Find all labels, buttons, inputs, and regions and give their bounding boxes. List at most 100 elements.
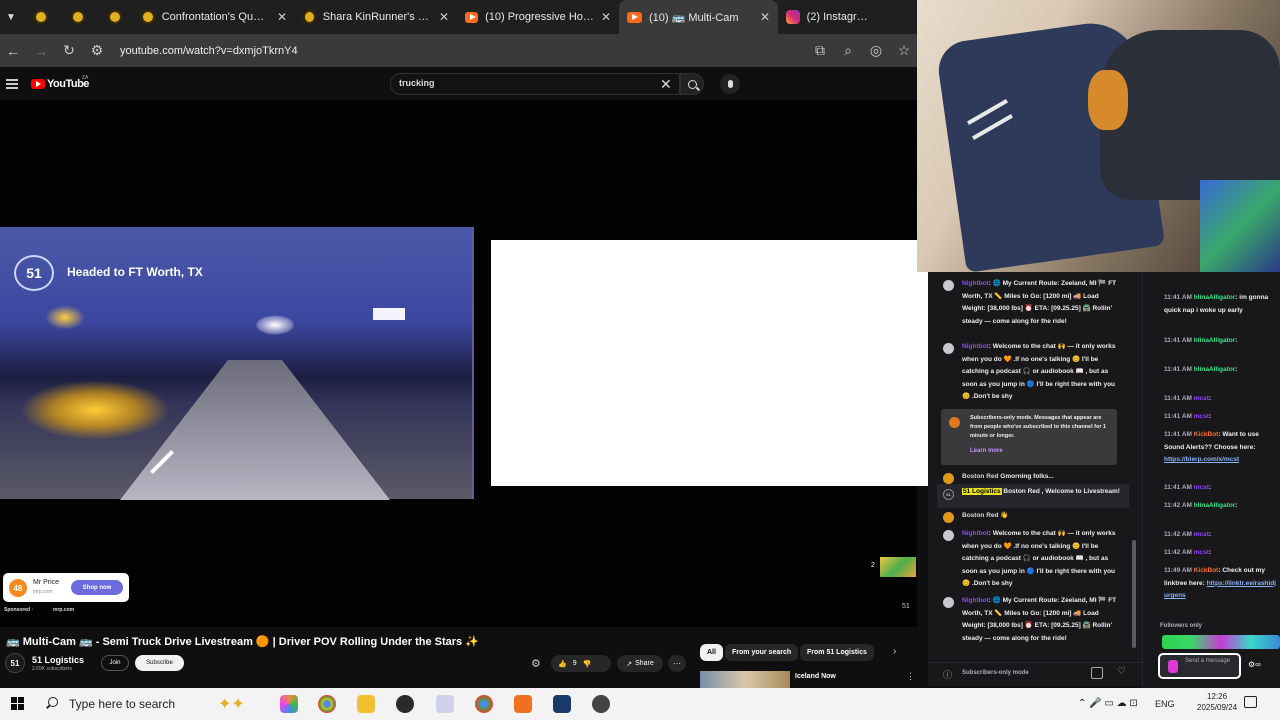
recommended-thumbnail[interactable] [700,671,790,688]
chat-settings-icon[interactable]: ⚙∞ [1248,660,1261,669]
pinned-tab[interactable] [96,0,133,34]
chat-username[interactable]: hlinaAlligator [1194,294,1236,301]
chat-username[interactable]: KickBot [1194,431,1219,438]
browser-tab[interactable]: Confrontation's Quests ✕ [133,0,295,34]
emote-strip[interactable] [1162,635,1280,649]
input-language[interactable]: ENG [1155,699,1175,709]
channel-avatar[interactable]: 51 [5,653,25,673]
back-icon[interactable]: ← [6,43,20,59]
chip-from-channel[interactable]: From 51 Logistics [800,644,874,661]
chat-link[interactable]: https://blerp.com/x/mcst [1164,456,1239,463]
chat-username[interactable]: Nightbot [962,280,989,287]
sparkle-icon[interactable]: ✦✦ [218,694,245,714]
bookmark-star-icon[interactable]: ☆ [897,42,911,59]
more-actions-button[interactable]: ··· [668,655,686,672]
tab-close-icon[interactable]: ✕ [601,10,611,24]
chat-username[interactable]: hlinaAlligator [1194,502,1236,509]
share-button[interactable]: ↗ Share [617,655,663,672]
notification-icon[interactable] [1244,696,1257,708]
pinned-tab[interactable] [59,0,96,34]
learn-more-link[interactable]: Learn more [970,448,1003,454]
system-tray-icons[interactable]: ⌃ 🎤 ▭ ☁ ⊡ [1078,698,1138,709]
info-icon[interactable]: ⓘ [943,668,952,681]
voice-search-button[interactable] [720,74,740,94]
chat-time: 11:41 AM [1164,294,1192,301]
tracking-protection-icon[interactable]: ◎ [869,42,883,59]
obs-icon[interactable] [396,695,414,713]
thumbs-up-icon[interactable]: 👍 [558,660,567,668]
steam-icon[interactable] [553,695,571,713]
gear-icon[interactable]: ⚙ [531,657,541,670]
like-dislike-button[interactable]: 👍 9 👎 [551,655,611,672]
chat-username[interactable]: hlinaAlligator [1194,337,1236,344]
chip-from-your-search[interactable]: From your search [725,644,799,661]
site-settings-icon[interactable]: ⚙ [90,42,104,59]
chat-username[interactable]: Nightbot [962,343,989,350]
channel-watermark[interactable]: 51 [902,603,910,610]
tab-title: (10) Progressive House 2 [485,11,594,23]
search-icon[interactable] [48,697,58,707]
chat-username[interactable]: Nightbot [962,597,989,604]
chat-username[interactable]: mcst [1194,413,1209,420]
app-icon[interactable] [592,695,610,713]
search-button[interactable] [680,73,704,95]
chat-scrollbar[interactable] [1132,540,1136,648]
snipping-tool-icon[interactable] [436,695,454,713]
reload-icon[interactable]: ↻ [62,42,76,59]
tab-close-icon[interactable]: ✕ [439,10,449,24]
chrome-profile-icon[interactable] [475,695,493,713]
join-button[interactable]: Join [101,655,129,671]
chat-username[interactable]: Boston Red [962,473,998,480]
shop-now-button[interactable]: Shop now [71,580,123,595]
browser-tab[interactable]: Shara KinRunner's Quest ✕ [295,0,457,34]
emote-icon[interactable] [1168,660,1178,673]
forward-icon[interactable]: → [34,43,48,59]
heart-icon[interactable]: ♡ [1117,666,1126,677]
app-icon[interactable] [514,695,532,713]
browser-tab[interactable]: (2) Instagram [778,0,878,34]
pinned-tab[interactable] [22,0,59,34]
up-next-thumbnail[interactable] [880,557,916,577]
tab-search-dropdown[interactable]: ▼ [0,0,22,34]
youtube-logo-icon[interactable] [31,79,45,89]
tab-close-icon[interactable]: ✕ [277,10,287,24]
recommended-title[interactable]: Iceland Now [795,673,836,680]
taskbar-clock[interactable]: 12:26 2025/09/24 [1197,691,1237,713]
chrome-icon[interactable] [318,695,336,713]
dashcam-light [20,380,170,440]
address-bar[interactable]: youtube.com/watch?v=dxmjoTkrnY4 [120,45,298,57]
copilot-icon[interactable] [280,695,298,713]
chat-time: 11:42 AM [1164,502,1192,509]
install-app-icon[interactable]: ⧉ [813,42,827,59]
chat-username[interactable]: mcst [1194,531,1209,538]
chat-username[interactable]: mcst [1194,549,1209,556]
youtube-icon [627,11,642,23]
chat-username[interactable]: KickBot [1194,567,1219,574]
thumbs-down-icon[interactable]: 👎 [583,660,592,668]
chat-username[interactable]: mcst [1194,395,1209,402]
chip-all[interactable]: All [700,644,723,661]
browser-tab-active[interactable]: (10) 🚌 Multi-Cam ✕ [619,0,778,34]
hamburger-menu-icon[interactable] [6,79,18,89]
chat-username[interactable]: mcst [1194,484,1209,491]
chat-username[interactable]: Boston Red [962,512,998,519]
file-explorer-icon[interactable] [357,695,375,713]
tab-close-icon[interactable]: ✕ [760,10,770,24]
quest-icon [303,10,316,24]
subscribe-button[interactable]: Subscribe [135,655,184,671]
ad-domain[interactable]: mrp.com [53,607,74,613]
chat-username[interactable]: Nightbot [962,530,989,537]
search-input-value[interactable]: trucking [399,78,435,88]
chat-username[interactable]: 51 Logistics [962,488,1002,495]
channel-name[interactable]: 51 Logistics [32,655,84,665]
zoom-icon[interactable]: ⌕ [841,42,855,59]
kebab-menu-icon[interactable]: ⋮ [906,671,915,682]
taskbar-search-input[interactable]: Type here to search [69,697,175,711]
emote-picker-icon[interactable] [1091,667,1103,679]
chat-input-placeholder[interactable]: Send a message [1185,657,1230,665]
chat-username[interactable]: hlinaAlligator [1194,366,1236,373]
chevron-right-icon[interactable]: › [893,646,896,657]
clear-search-icon[interactable]: ✕ [660,76,672,93]
windows-start-icon[interactable] [11,697,24,710]
browser-tab[interactable]: (10) Progressive House 2 ✕ [457,0,619,34]
